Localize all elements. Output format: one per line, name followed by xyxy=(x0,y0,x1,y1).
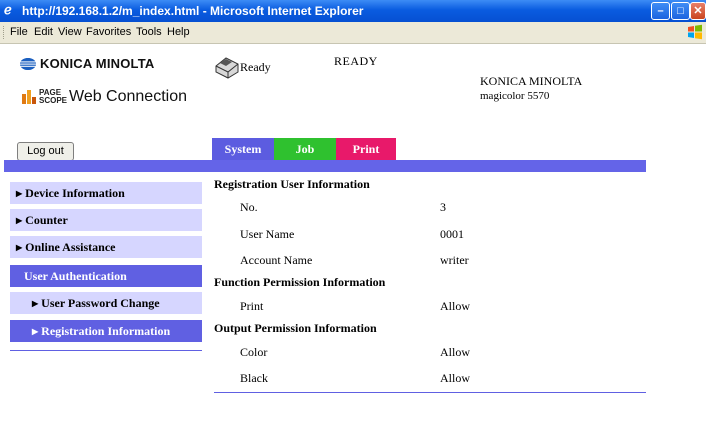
sidebar-item-label: Registration Information xyxy=(41,324,171,338)
user-name-label: User Name xyxy=(240,227,295,241)
black-permission-value: Allow xyxy=(440,371,470,385)
close-icon[interactable]: ✕ xyxy=(690,2,706,20)
konica-minolta-globe-icon xyxy=(20,58,36,70)
maximize-icon[interactable]: □ xyxy=(671,2,690,20)
menu-edit[interactable]: Edit xyxy=(34,26,53,38)
content-bottom-divider xyxy=(214,392,646,393)
menu-file[interactable]: File xyxy=(10,26,28,38)
tab-system[interactable]: System xyxy=(212,138,274,160)
play-arrow-icon: ▶ xyxy=(32,299,39,308)
sidebar-item-label: Device Information xyxy=(25,186,125,200)
output-permission-information-heading: Output Permission Information xyxy=(214,321,377,335)
sidebar-item-label: Counter xyxy=(25,213,68,227)
logo-text: KONICA MINOLTA xyxy=(40,56,155,71)
menu-help[interactable]: Help xyxy=(167,26,190,38)
ie-icon: ℯ xyxy=(4,2,12,17)
menu-favorites[interactable]: Favorites xyxy=(86,26,131,38)
print-permission-label: Print xyxy=(240,299,264,313)
device-brand: KONICA MINOLTA xyxy=(480,74,583,88)
sidebar-item-label: User Authentication xyxy=(24,269,127,283)
window-title: http://192.168.1.2/m_index.html - Micros… xyxy=(22,4,364,18)
play-arrow-icon: ▶ xyxy=(16,243,23,252)
status-display: READY xyxy=(334,54,378,68)
window-titlebar[interactable]: ℯ http://192.168.1.2/m_index.html - Micr… xyxy=(0,0,706,22)
sidebar-item-label: Online Assistance xyxy=(25,240,116,254)
no-value: 3 xyxy=(440,200,446,214)
play-arrow-icon: ▶ xyxy=(16,216,23,225)
sidebar-item-online-assistance[interactable]: ▶ Online Assistance xyxy=(10,236,202,258)
function-permission-information-heading: Function Permission Information xyxy=(214,275,386,289)
sidebar-item-user-password-change[interactable]: ▶ User Password Change xyxy=(10,292,202,314)
sidebar-item-device-information[interactable]: ▶ Device Information xyxy=(10,182,202,204)
logout-button[interactable]: Log out xyxy=(17,142,74,161)
color-permission-label: Color xyxy=(240,345,268,359)
tab-print[interactable]: Print xyxy=(336,138,396,160)
globe-stripes xyxy=(20,58,36,70)
registration-user-information-heading: Registration User Information xyxy=(214,177,370,191)
play-arrow-icon: ▶ xyxy=(32,327,39,336)
windows-logo-icon xyxy=(688,24,702,40)
black-permission-label: Black xyxy=(240,371,268,385)
print-permission-value: Allow xyxy=(440,299,470,313)
menu-view[interactable]: View xyxy=(58,26,82,38)
page-content: KONICA MINOLTA PAGE SCOPE Web Connection… xyxy=(0,44,706,432)
printer-icon xyxy=(215,57,239,79)
device-model: magicolor 5570 xyxy=(480,90,550,102)
sidebar-item-registration-information[interactable]: ▶ Registration Information xyxy=(10,320,202,342)
pagescope-web-connection-logo: PAGE SCOPE Web Connection xyxy=(20,88,187,108)
sidebar-item-counter[interactable]: ▶ Counter xyxy=(10,209,202,231)
web-connection-label: Web Connection xyxy=(69,88,187,105)
sidebar-item-user-authentication[interactable]: User Authentication xyxy=(10,265,202,287)
no-label: No. xyxy=(240,200,258,214)
sidebar-divider xyxy=(10,350,202,351)
pagescope-scope: SCOPE xyxy=(39,96,68,105)
user-name-value: 0001 xyxy=(440,227,464,241)
pagescope-small-label: PAGE SCOPE xyxy=(39,89,67,105)
header-divider xyxy=(4,160,646,172)
tab-job[interactable]: Job xyxy=(274,138,336,160)
minimize-icon[interactable]: – xyxy=(651,2,670,20)
menu-tools[interactable]: Tools xyxy=(136,26,162,38)
play-arrow-icon: ▶ xyxy=(16,189,23,198)
pagescope-icon xyxy=(22,90,36,104)
account-name-label: Account Name xyxy=(240,253,313,267)
sidebar-item-label: User Password Change xyxy=(41,296,160,310)
menu-bar: File Edit View Favorites Tools Help xyxy=(0,22,706,44)
toolbar-grip[interactable] xyxy=(3,26,6,39)
account-name-value: writer xyxy=(440,253,469,267)
printer-status: Ready xyxy=(240,60,271,74)
color-permission-value: Allow xyxy=(440,345,470,359)
